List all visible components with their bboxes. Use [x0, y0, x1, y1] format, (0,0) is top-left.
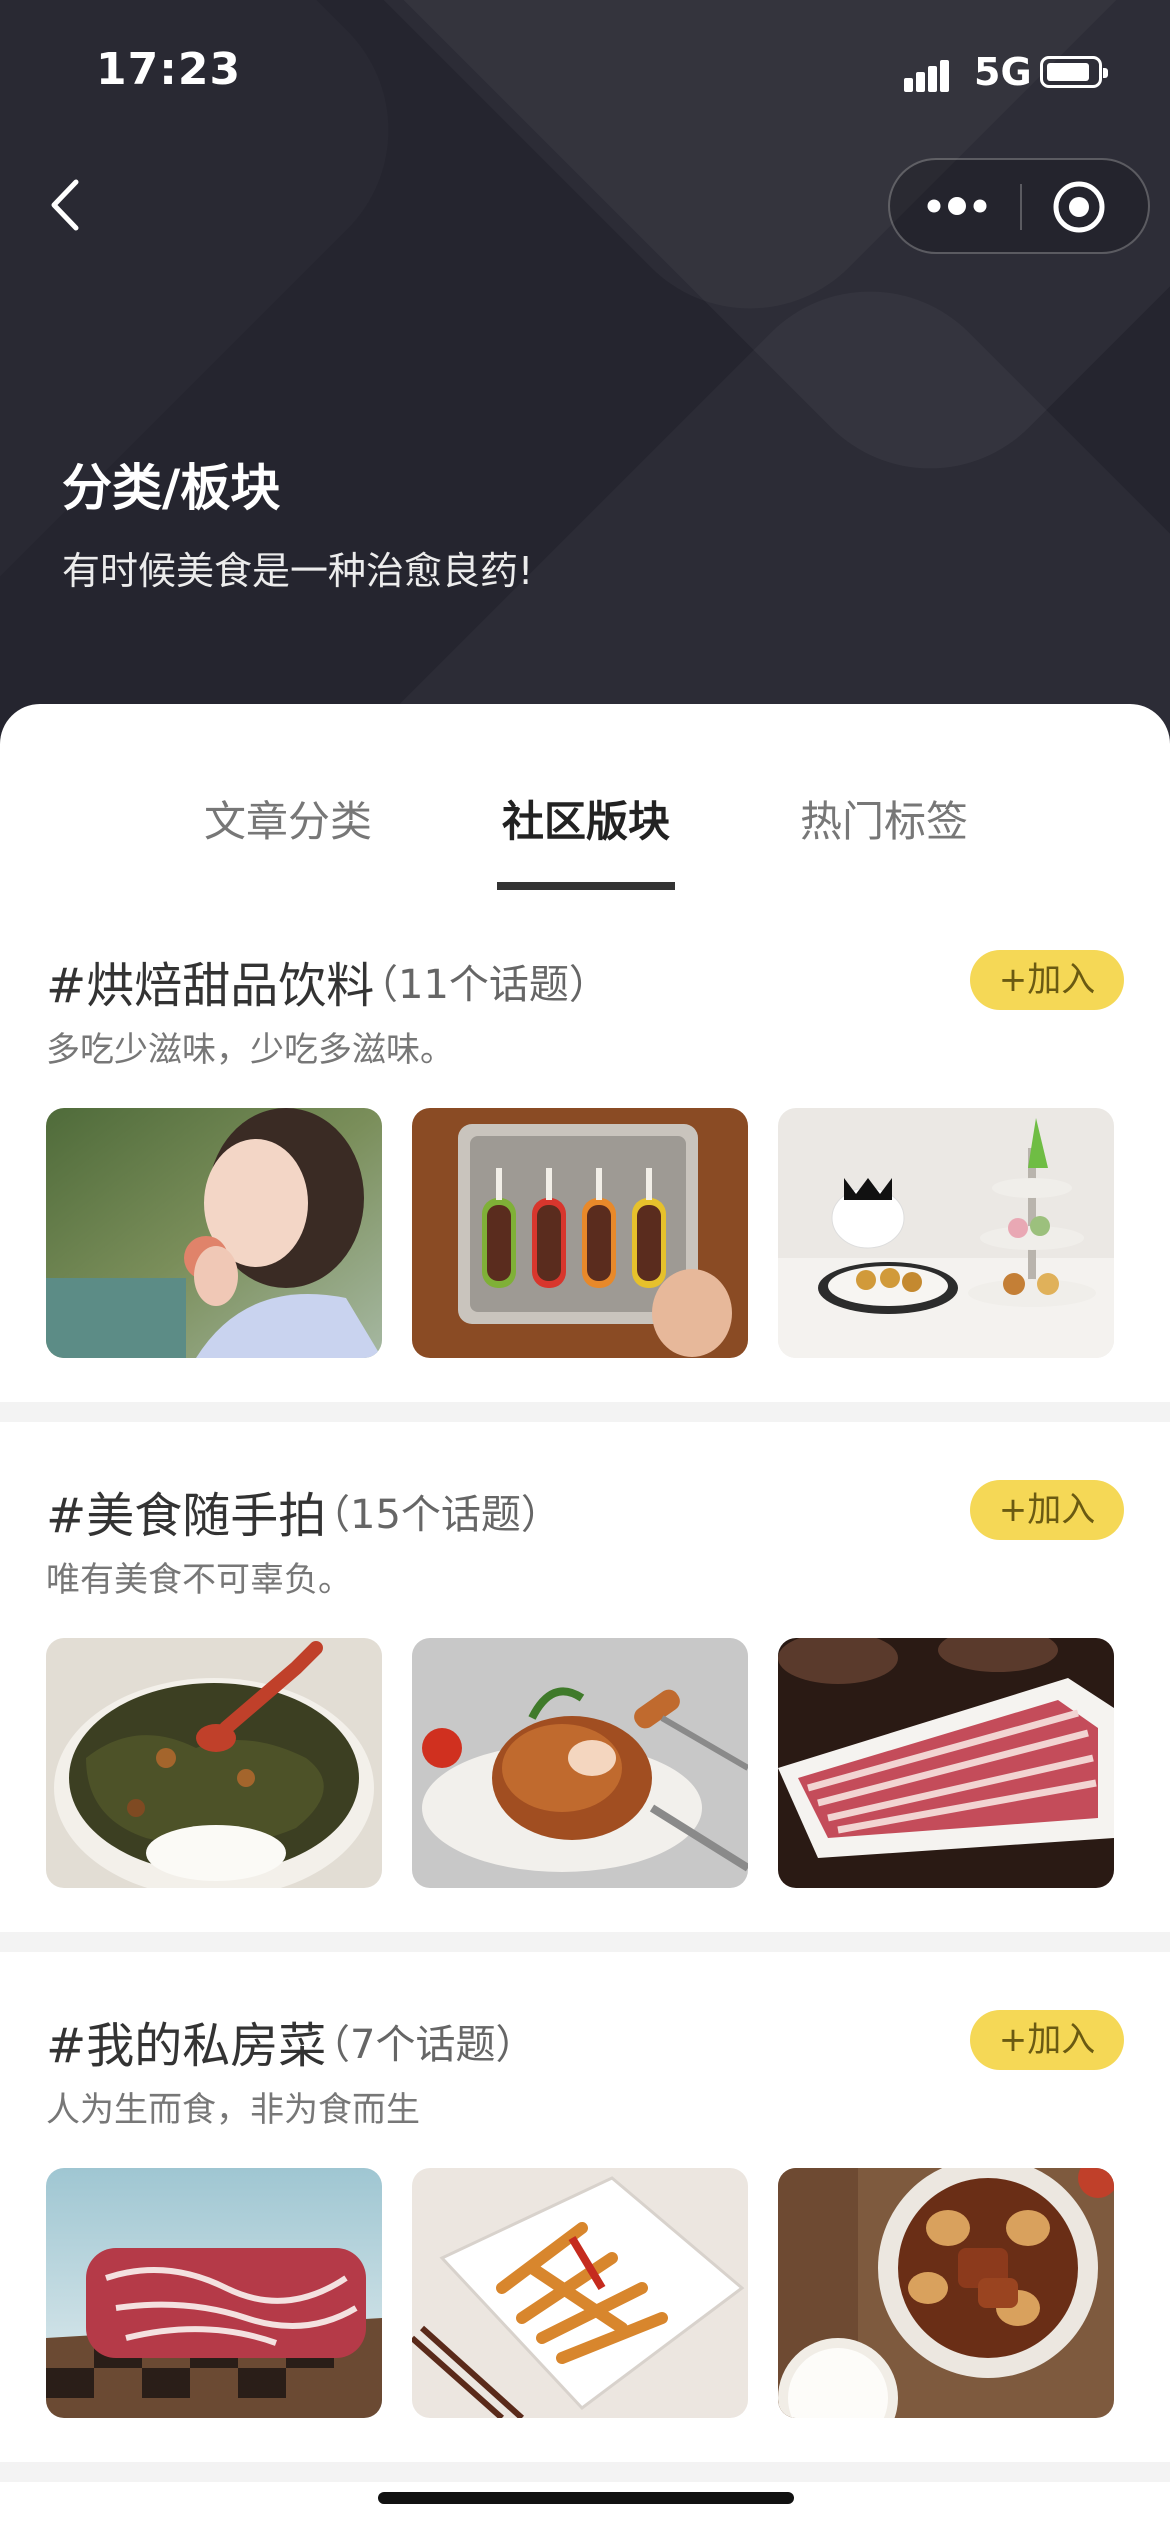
content-card: 文章分类 社区版块 热门标签 #烘焙甜品饮料 （11个话题） 多吃少滋味，少吃多…: [0, 704, 1170, 2532]
section-title[interactable]: #烘焙甜品饮料: [46, 946, 374, 1016]
home-indicator[interactable]: [378, 2492, 794, 2504]
section-topic-count: （11个话题）: [358, 962, 609, 1008]
status-bar: 17:23 5G: [0, 0, 1170, 140]
page-header: 17:23 5G 分类/板块 有时候美食是一种治愈良药!: [0, 0, 1170, 760]
close-mini-program-button[interactable]: [1050, 178, 1108, 236]
roast-chicken-leg-photo[interactable]: [412, 1638, 748, 1888]
signal-icon: [904, 56, 960, 92]
join-button[interactable]: +加入: [970, 950, 1124, 1010]
tab-community-sections[interactable]: 社区版块: [456, 788, 716, 849]
sliced-meat-platter-photo[interactable]: [778, 1638, 1114, 1888]
tab-bar: 文章分类 社区版块 热门标签: [0, 704, 1170, 894]
afternoon-tea-photo[interactable]: [778, 1108, 1114, 1358]
section-divider: [0, 2462, 1170, 2482]
active-tab-indicator: [497, 882, 675, 890]
marbled-beef-photo[interactable]: [46, 2168, 382, 2418]
tab-article-categories[interactable]: 文章分类: [158, 788, 418, 849]
capsule-divider: [1020, 184, 1022, 230]
section-divider: [0, 1932, 1170, 1952]
section-baking-desserts: #烘焙甜品饮料 （11个话题） 多吃少滋味，少吃多滋味。 +加入: [0, 892, 1170, 1402]
mini-program-capsule: [888, 158, 1150, 254]
section-topic-count: （15个话题）: [310, 1492, 561, 1538]
more-button[interactable]: [914, 180, 1000, 232]
join-button[interactable]: +加入: [970, 1480, 1124, 1540]
section-title[interactable]: #我的私房菜: [46, 2006, 326, 2076]
page-subtitle: 有时候美食是一种治愈良药!: [62, 549, 534, 593]
tab-hot-tags[interactable]: 热门标签: [754, 788, 1014, 849]
chevron-left-icon: [51, 179, 79, 231]
section-private-kitchen: #我的私房菜 （7个话题） 人为生而食，非为食而生 +加入: [0, 1952, 1170, 2462]
section-description: 唯有美食不可辜负。: [46, 1560, 352, 1600]
more-dots-icon: [927, 197, 987, 215]
status-time: 17:23: [96, 44, 242, 95]
braised-pork-eggs-photo[interactable]: [778, 2168, 1114, 2418]
section-divider: [0, 1402, 1170, 1422]
join-button[interactable]: +加入: [970, 2010, 1124, 2070]
braised-chicken-feet-photo[interactable]: [412, 2168, 748, 2418]
back-button[interactable]: [40, 170, 110, 240]
section-title[interactable]: #美食随手拍: [46, 1476, 326, 1546]
page-title: 分类/板块: [62, 459, 281, 517]
woman-with-peach-photo[interactable]: [46, 1108, 382, 1358]
section-topic-count: （7个话题）: [310, 2022, 536, 2068]
section-description: 人为生而食，非为食而生: [46, 2090, 420, 2130]
section-description: 多吃少滋味，少吃多滋味。: [46, 1030, 454, 1070]
battery-icon: [1040, 56, 1108, 88]
network-type: 5G: [974, 50, 1032, 94]
section-food-snapshots: #美食随手拍 （15个话题） 唯有美食不可辜负。 +加入: [0, 1422, 1170, 1932]
target-close-icon: [1053, 181, 1105, 233]
rice-bowl-with-sauce-photo[interactable]: [46, 1638, 382, 1888]
popsicle-tray-photo[interactable]: [412, 1108, 748, 1358]
